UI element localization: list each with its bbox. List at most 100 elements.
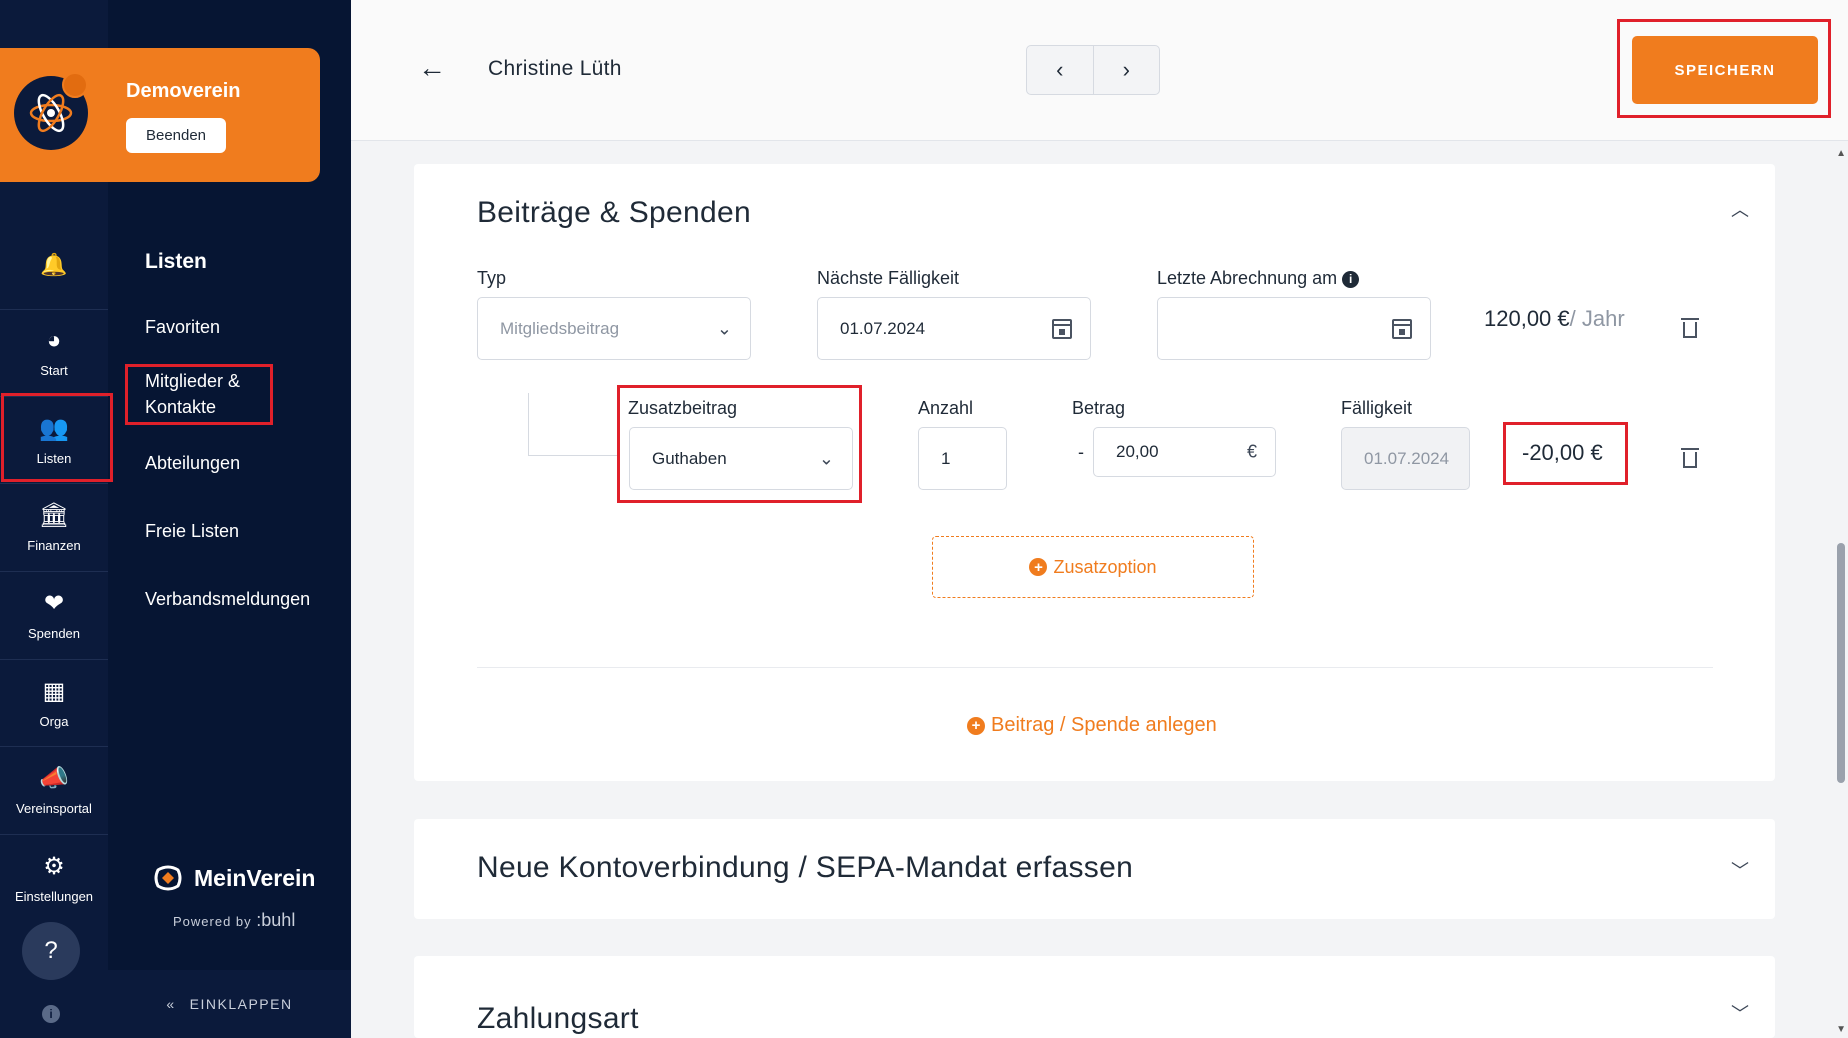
double-chevron-left-icon: « bbox=[166, 996, 176, 1012]
record-pager: ‹ › bbox=[1026, 45, 1160, 95]
powered-by-brand: :buhl bbox=[256, 910, 296, 930]
nav-link-freie-listen[interactable]: Freie Listen bbox=[145, 518, 239, 544]
contributions-title: Beiträge & Spenden bbox=[477, 196, 751, 229]
save-button[interactable]: SPEICHERN bbox=[1632, 36, 1818, 104]
extra-due-value: 01.07.2024 bbox=[1364, 448, 1450, 468]
euro-icon: € bbox=[1246, 441, 1257, 462]
count-value: 1 bbox=[941, 448, 951, 468]
collapse-button[interactable]: « EINKLAPPEN bbox=[108, 970, 351, 1038]
rail-item-label: Einstellungen bbox=[14, 888, 94, 904]
back-arrow-icon[interactable]: ← bbox=[418, 52, 446, 84]
minus-sign: - bbox=[1078, 442, 1084, 462]
rail-item-einstellungen[interactable]: ⚙ Einstellungen bbox=[0, 834, 108, 920]
heart-hand-icon: ❤ bbox=[43, 589, 65, 617]
collapse-label: EINKLAPPEN bbox=[189, 996, 293, 1012]
next-due-label: Nächste Fälligkeit bbox=[817, 268, 960, 288]
person-name: Christine Lüth bbox=[488, 57, 622, 80]
chevron-down-icon[interactable]: ﹀ bbox=[1731, 857, 1749, 883]
rail-item-listen[interactable]: 👥 Listen bbox=[0, 396, 108, 482]
nav-link-verbandsmeldungen[interactable]: Verbandsmeldungen bbox=[145, 586, 310, 612]
org-card: Demoverein Beenden bbox=[0, 48, 320, 182]
scroll-up-icon[interactable]: ▲ bbox=[1836, 148, 1846, 159]
calendar-grid-icon: ▦ bbox=[42, 677, 66, 705]
chevron-down-icon: ⌄ bbox=[818, 448, 834, 468]
info-icon[interactable]: i bbox=[1342, 270, 1360, 288]
scroll-down-icon[interactable]: ▼ bbox=[1836, 1024, 1846, 1035]
last-billing-label: Letzte Abrechnung am i bbox=[1157, 268, 1360, 289]
brand-name: MeinVerein bbox=[194, 864, 316, 891]
meinverein-logo-icon bbox=[154, 865, 182, 891]
gauge-icon: ◕ bbox=[46, 327, 62, 354]
contribution-amount: 120,00 €/ Jahr bbox=[1484, 306, 1625, 332]
rail-item-orga[interactable]: ▦ Orga bbox=[0, 659, 108, 745]
add-option-button[interactable]: + Zusatzoption bbox=[932, 536, 1254, 598]
plus-circle-icon: + bbox=[1029, 558, 1048, 576]
rail-item-spenden[interactable]: ❤ Spenden bbox=[0, 571, 108, 657]
help-chat-icon[interactable]: ? bbox=[22, 922, 80, 980]
typ-label: Typ bbox=[477, 268, 507, 288]
sepa-card[interactable]: Neue Kontoverbindung / SEPA-Mandat erfas… bbox=[414, 819, 1775, 919]
powered-by: Powered by :buhl bbox=[173, 910, 295, 931]
nav-link-favoriten[interactable]: Favoriten bbox=[145, 314, 220, 340]
calendar-icon[interactable] bbox=[1392, 319, 1412, 339]
megaphone-icon: 📣 bbox=[39, 764, 69, 792]
chevron-left-icon[interactable]: ‹ bbox=[1027, 46, 1094, 94]
nav-title: Listen bbox=[145, 250, 207, 273]
brand-logo: MeinVerein bbox=[152, 862, 315, 894]
extra-due-input: 01.07.2024 bbox=[1341, 427, 1470, 490]
amount-value: 120,00 € bbox=[1484, 306, 1570, 331]
rail-item-label: Orga bbox=[39, 713, 69, 729]
tree-connector bbox=[528, 393, 618, 456]
info-icon[interactable]: i bbox=[42, 1005, 60, 1023]
add-contribution-label: Beitrag / Spende anlegen bbox=[991, 714, 1217, 736]
divider bbox=[477, 667, 1713, 668]
rail-item-label: Vereinsportal bbox=[16, 800, 92, 816]
extra-total: -20,00 € bbox=[1522, 440, 1603, 465]
plus-circle-icon: + bbox=[967, 716, 985, 735]
gear-icon: ⚙ bbox=[43, 852, 65, 880]
chevron-right-icon[interactable]: › bbox=[1094, 46, 1160, 94]
add-option-label: Zusatzoption bbox=[1053, 556, 1157, 577]
payment-title: Zahlungsart bbox=[477, 1002, 639, 1035]
extra-amount-value: 20,00 bbox=[1116, 442, 1159, 461]
typ-value: Mitgliedsbeitrag bbox=[500, 318, 620, 338]
rail-item-start[interactable]: ◕ Start bbox=[0, 309, 108, 395]
chevron-down-icon: ⌄ bbox=[716, 318, 732, 338]
rail-item-label: Listen bbox=[36, 450, 72, 466]
add-contribution-link[interactable]: + Beitrag / Spende anlegen bbox=[967, 714, 1217, 737]
chevron-up-icon[interactable]: ︿ bbox=[1731, 196, 1749, 222]
scrollbar-thumb[interactable] bbox=[1837, 543, 1845, 783]
payment-card[interactable]: Zahlungsart ﹀ bbox=[414, 956, 1775, 1038]
next-due-value: 01.07.2024 bbox=[840, 318, 926, 338]
extra-amount-label: Betrag bbox=[1072, 398, 1126, 418]
nav-link-abteilungen[interactable]: Abteilungen bbox=[145, 450, 240, 476]
nav-link-mitglieder-kontakte[interactable]: Mitglieder & Kontakte bbox=[145, 368, 275, 420]
rail-item-vereinsportal[interactable]: 📣 Vereinsportal bbox=[0, 746, 108, 832]
rail-item-label: Start bbox=[40, 363, 68, 378]
sepa-title: Neue Kontoverbindung / SEPA-Mandat erfas… bbox=[477, 851, 1134, 884]
extra-type-select[interactable]: Guthaben ⌄ bbox=[629, 427, 853, 490]
trash-icon[interactable] bbox=[1681, 318, 1699, 338]
extra-amount-input[interactable]: 20,00 € bbox=[1093, 427, 1276, 477]
last-billing-input[interactable] bbox=[1157, 297, 1431, 360]
bank-icon: 🏛 bbox=[38, 501, 70, 529]
chevron-down-icon[interactable]: ﹀ bbox=[1731, 1000, 1749, 1026]
count-label: Anzahl bbox=[918, 398, 974, 418]
rail-item-label: Spenden bbox=[27, 625, 81, 641]
extra-type-value: Guthaben bbox=[652, 448, 727, 468]
extra-type-label: Zusatzbeitrag bbox=[628, 398, 738, 418]
extra-due-label: Fälligkeit bbox=[1341, 398, 1413, 418]
org-switch-badge[interactable] bbox=[62, 72, 88, 98]
next-due-input[interactable]: 01.07.2024 bbox=[817, 297, 1091, 360]
bell-icon[interactable]: 🔔 bbox=[0, 225, 108, 305]
count-input[interactable]: 1 bbox=[918, 427, 1007, 490]
amount-period: / Jahr bbox=[1569, 306, 1625, 331]
typ-select[interactable]: Mitgliedsbeitrag ⌄ bbox=[477, 297, 751, 360]
rail-item-finanzen[interactable]: 🏛 Finanzen bbox=[0, 483, 108, 569]
end-button[interactable]: Beenden bbox=[126, 118, 226, 153]
calendar-icon[interactable] bbox=[1052, 319, 1072, 339]
users-icon: 👥 bbox=[39, 414, 69, 442]
trash-icon[interactable] bbox=[1681, 448, 1699, 468]
rail-item-label: Finanzen bbox=[27, 537, 81, 553]
powered-by-label: Powered by bbox=[173, 914, 252, 929]
